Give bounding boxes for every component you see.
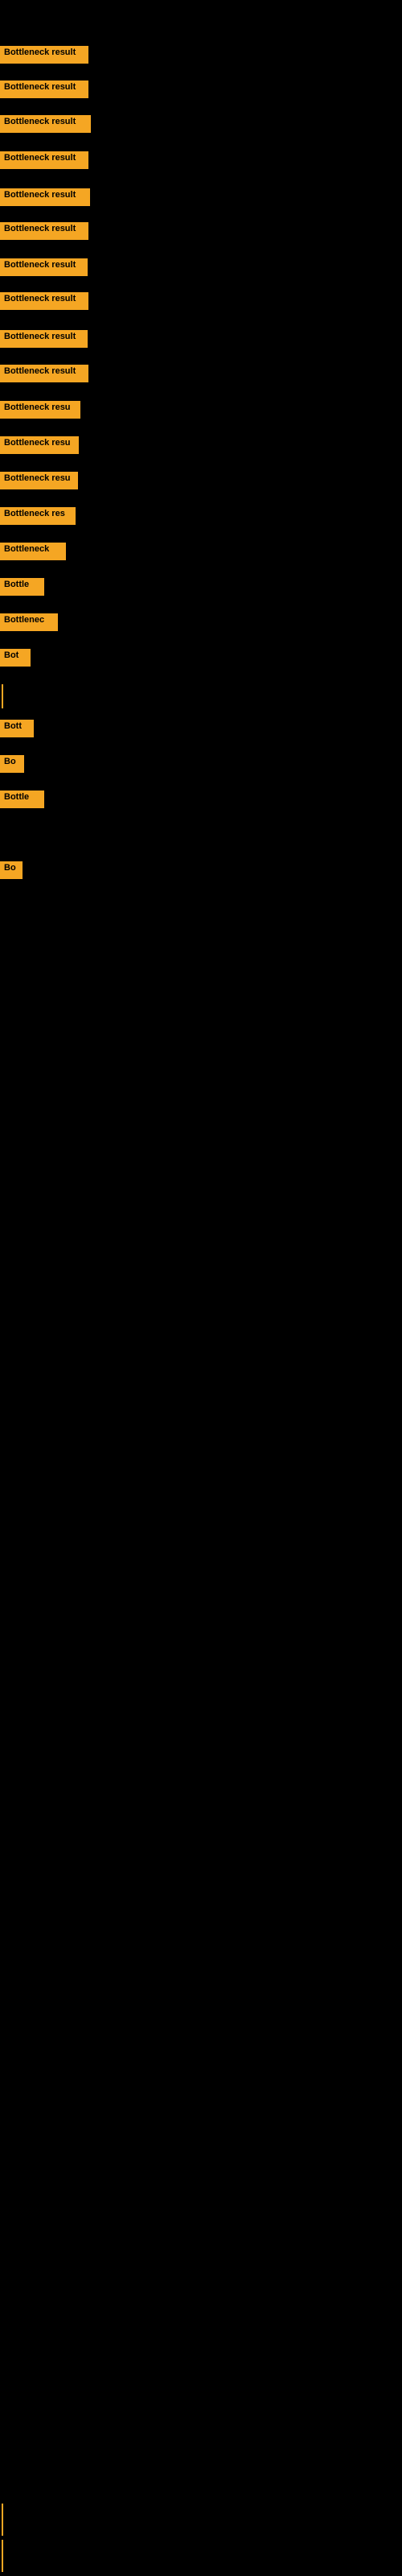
bottleneck-badge-14: Bottleneck res [0, 507, 76, 525]
bottleneck-badge-4: Bottleneck result [0, 151, 88, 169]
bottleneck-badge-21: Bottle [0, 791, 44, 808]
bottleneck-badge-22: Bo [0, 861, 23, 879]
vertical-line-1 [2, 684, 3, 708]
bottleneck-badge-11: Bottleneck resu [0, 401, 80, 419]
bottleneck-badge-18: Bot [0, 649, 31, 667]
bottleneck-badge-6: Bottleneck result [0, 222, 88, 240]
bottleneck-badge-7: Bottleneck result [0, 258, 88, 276]
bottleneck-badge-5: Bottleneck result [0, 188, 90, 206]
bottleneck-badge-20: Bo [0, 755, 24, 773]
bottleneck-badge-12: Bottleneck resu [0, 436, 79, 454]
vertical-line-3 [2, 2540, 3, 2572]
bottleneck-badge-10: Bottleneck result [0, 365, 88, 382]
bottleneck-badge-8: Bottleneck result [0, 292, 88, 310]
bottleneck-badge-19: Bott [0, 720, 34, 737]
bottleneck-badge-9: Bottleneck result [0, 330, 88, 348]
bottleneck-badge-17: Bottlenec [0, 613, 58, 631]
bottleneck-badge-1: Bottleneck result [0, 46, 88, 64]
bottleneck-badge-15: Bottleneck [0, 543, 66, 560]
bottleneck-badge-13: Bottleneck resu [0, 472, 78, 489]
bottleneck-badge-3: Bottleneck result [0, 115, 91, 133]
bottleneck-badge-16: Bottle [0, 578, 44, 596]
vertical-line-2 [2, 2504, 3, 2536]
bottleneck-badge-2: Bottleneck result [0, 80, 88, 98]
